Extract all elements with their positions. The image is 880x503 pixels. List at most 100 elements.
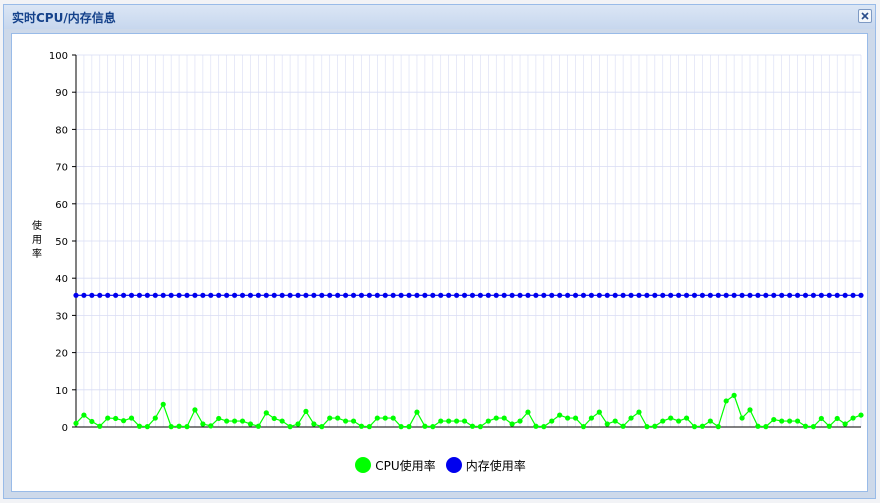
- data-point-memory[interactable]: [422, 292, 428, 298]
- data-point-memory[interactable]: [152, 292, 158, 298]
- data-point-memory[interactable]: [295, 292, 301, 298]
- data-point-memory[interactable]: [557, 292, 563, 298]
- data-point-memory[interactable]: [485, 292, 491, 298]
- data-point-memory[interactable]: [699, 292, 706, 298]
- data-point-cpu[interactable]: [374, 415, 380, 421]
- data-point-cpu[interactable]: [763, 424, 769, 430]
- data-point-memory[interactable]: [620, 292, 626, 298]
- legend-item-memory[interactable]: 内存使用率: [445, 457, 526, 474]
- data-point-cpu[interactable]: [541, 424, 547, 430]
- data-point-memory[interactable]: [390, 292, 396, 298]
- data-point-memory[interactable]: [683, 292, 690, 298]
- data-point-memory[interactable]: [303, 292, 309, 298]
- data-point-cpu[interactable]: [723, 398, 729, 404]
- data-point-cpu[interactable]: [628, 415, 634, 421]
- data-point-memory[interactable]: [676, 292, 682, 298]
- data-point-cpu[interactable]: [81, 412, 87, 418]
- data-point-cpu[interactable]: [271, 415, 277, 422]
- data-point-cpu[interactable]: [588, 415, 595, 421]
- data-point-memory[interactable]: [660, 292, 666, 298]
- data-point-cpu[interactable]: [493, 415, 499, 421]
- data-point-memory[interactable]: [834, 292, 840, 298]
- data-point-cpu[interactable]: [699, 423, 706, 429]
- data-point-cpu[interactable]: [295, 421, 301, 427]
- data-point-cpu[interactable]: [319, 424, 325, 430]
- data-point-cpu[interactable]: [176, 423, 182, 429]
- data-point-memory[interactable]: [224, 292, 230, 298]
- data-point-memory[interactable]: [731, 292, 737, 298]
- data-point-memory[interactable]: [763, 292, 769, 298]
- data-point-memory[interactable]: [231, 292, 238, 298]
- data-point-memory[interactable]: [287, 292, 293, 298]
- data-point-cpu[interactable]: [485, 418, 491, 424]
- data-point-cpu[interactable]: [200, 421, 206, 427]
- data-point-cpu[interactable]: [287, 424, 293, 430]
- data-point-cpu[interactable]: [525, 409, 531, 415]
- data-point-cpu[interactable]: [208, 423, 214, 429]
- data-point-memory[interactable]: [113, 292, 119, 298]
- data-point-memory[interactable]: [707, 292, 713, 298]
- data-point-memory[interactable]: [327, 292, 333, 298]
- data-point-cpu[interactable]: [192, 407, 198, 413]
- data-point-memory[interactable]: [311, 292, 317, 298]
- data-point-memory[interactable]: [358, 292, 365, 298]
- data-point-memory[interactable]: [414, 292, 420, 298]
- data-point-cpu[interactable]: [255, 423, 261, 429]
- data-point-memory[interactable]: [612, 292, 618, 298]
- data-point-memory[interactable]: [493, 292, 499, 298]
- data-point-cpu[interactable]: [263, 410, 269, 416]
- data-point-cpu[interactable]: [787, 418, 793, 424]
- data-point-memory[interactable]: [549, 292, 555, 298]
- data-point-cpu[interactable]: [842, 421, 848, 427]
- data-point-memory[interactable]: [192, 292, 198, 298]
- data-point-cpu[interactable]: [533, 423, 539, 429]
- data-point-memory[interactable]: [438, 292, 444, 298]
- data-point-memory[interactable]: [787, 292, 793, 298]
- data-point-memory[interactable]: [668, 292, 674, 298]
- data-point-cpu[interactable]: [358, 423, 365, 429]
- data-point-memory[interactable]: [73, 292, 79, 298]
- data-point-cpu[interactable]: [247, 421, 254, 427]
- data-point-memory[interactable]: [208, 292, 214, 298]
- data-point-cpu[interactable]: [826, 423, 832, 429]
- data-point-memory[interactable]: [105, 292, 111, 298]
- data-point-cpu[interactable]: [747, 407, 753, 413]
- data-point-cpu[interactable]: [73, 420, 79, 426]
- data-point-cpu[interactable]: [668, 415, 674, 421]
- data-point-cpu[interactable]: [779, 418, 785, 424]
- data-point-cpu[interactable]: [327, 415, 333, 421]
- data-point-cpu[interactable]: [311, 421, 317, 427]
- data-point-cpu[interactable]: [342, 418, 349, 424]
- data-point-memory[interactable]: [541, 292, 547, 298]
- data-point-memory[interactable]: [461, 292, 468, 298]
- data-point-memory[interactable]: [572, 292, 579, 298]
- data-point-memory[interactable]: [454, 292, 460, 298]
- data-point-cpu[interactable]: [834, 415, 840, 422]
- data-point-cpu[interactable]: [469, 423, 476, 429]
- data-point-memory[interactable]: [366, 292, 372, 298]
- data-point-cpu[interactable]: [707, 418, 713, 424]
- data-point-cpu[interactable]: [691, 424, 698, 430]
- data-point-cpu[interactable]: [858, 412, 864, 418]
- data-point-cpu[interactable]: [335, 415, 341, 421]
- data-point-cpu[interactable]: [739, 415, 745, 421]
- data-point-cpu[interactable]: [636, 409, 642, 415]
- data-point-memory[interactable]: [216, 292, 222, 298]
- data-point-cpu[interactable]: [438, 418, 444, 424]
- data-point-memory[interactable]: [184, 292, 190, 298]
- data-point-memory[interactable]: [525, 292, 531, 298]
- data-point-memory[interactable]: [517, 292, 523, 298]
- data-point-memory[interactable]: [794, 292, 801, 298]
- data-point-cpu[interactable]: [97, 423, 103, 429]
- data-point-cpu[interactable]: [715, 424, 721, 430]
- data-point-cpu[interactable]: [406, 424, 412, 430]
- data-point-memory[interactable]: [723, 292, 729, 298]
- data-point-cpu[interactable]: [231, 418, 238, 424]
- data-point-memory[interactable]: [335, 292, 341, 298]
- data-point-memory[interactable]: [81, 292, 87, 298]
- data-point-memory[interactable]: [596, 292, 602, 298]
- data-point-memory[interactable]: [858, 292, 864, 298]
- data-point-cpu[interactable]: [477, 424, 483, 430]
- data-point-cpu[interactable]: [366, 424, 372, 430]
- data-point-cpu[interactable]: [136, 423, 143, 429]
